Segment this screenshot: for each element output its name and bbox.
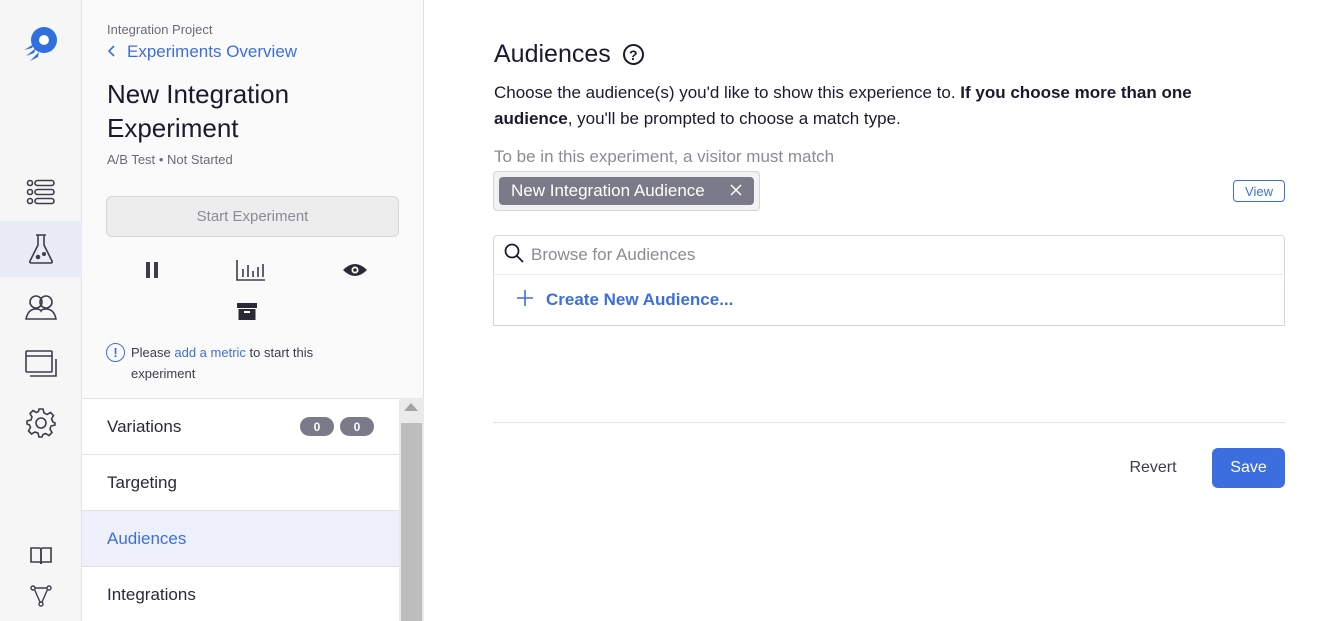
- variation-badges: 0 0: [300, 417, 374, 436]
- scrollbar[interactable]: [399, 398, 424, 621]
- flask-icon[interactable]: [0, 221, 82, 277]
- notice-prefix: Please: [131, 345, 175, 360]
- create-audience-label: Create New Audience...: [546, 290, 734, 309]
- count-badge: 0: [300, 417, 334, 436]
- revert-button[interactable]: Revert: [1114, 448, 1192, 488]
- page-heading: Audiences ?: [494, 40, 644, 69]
- count-badge: 0: [340, 417, 374, 436]
- scroll-up-arrow-icon[interactable]: [404, 403, 418, 411]
- selected-audiences-box: New Integration Audience: [493, 171, 760, 211]
- nav-item-label: Integrations: [107, 584, 196, 604]
- nav-item-targeting[interactable]: Targeting: [82, 455, 399, 511]
- plus-icon: [516, 289, 534, 312]
- app-root: Integration Project Experiments Overview…: [0, 0, 1329, 621]
- description-tail: , you'll be prompted to choose a match t…: [567, 109, 901, 128]
- back-link-label: Experiments Overview: [127, 42, 298, 61]
- experiment-nav: Variations 0 0 Targeting Audiences Integ…: [82, 398, 399, 621]
- icon-rail: [0, 0, 82, 621]
- close-icon[interactable]: [730, 181, 742, 201]
- search-input[interactable]: [531, 245, 1231, 265]
- experiment-panel: Integration Project Experiments Overview…: [82, 0, 424, 621]
- nav-item-variations[interactable]: Variations 0 0: [82, 399, 399, 455]
- project-name: Integration Project: [107, 22, 213, 37]
- divider: [493, 422, 1285, 423]
- search-icon: [504, 243, 524, 268]
- create-audience-button[interactable]: Create New Audience...: [493, 274, 1285, 326]
- results-chart-icon[interactable]: [236, 255, 266, 285]
- help-icon[interactable]: ?: [622, 44, 644, 65]
- experiment-meta: A/B Test • Not Started: [107, 152, 233, 167]
- windows-icon[interactable]: [0, 336, 82, 392]
- dot-separator: •: [158, 152, 167, 167]
- audiences-pane: Audiences ? Choose the audience(s) you'd…: [424, 0, 1329, 621]
- page-title: Audiences: [494, 40, 611, 68]
- metric-notice: ! Please add a metric to start this expe…: [106, 342, 376, 384]
- start-experiment-button[interactable]: Start Experiment: [106, 196, 399, 237]
- experiment-status: Not Started: [166, 152, 233, 167]
- gear-icon[interactable]: [0, 395, 82, 451]
- users-icon[interactable]: [0, 279, 82, 335]
- description-text: Choose the audience(s) you'd like to sho…: [494, 83, 961, 102]
- experiment-title: New Integration Experiment: [107, 79, 290, 143]
- audiences-description: Choose the audience(s) you'd like to sho…: [494, 80, 1254, 132]
- audience-tag-label: New Integration Audience: [511, 181, 705, 200]
- add-metric-link[interactable]: add a metric: [174, 345, 246, 360]
- preview-eye-icon[interactable]: [340, 255, 370, 285]
- save-button[interactable]: Save: [1212, 448, 1285, 488]
- back-link[interactable]: Experiments Overview: [107, 42, 297, 62]
- logo-icon[interactable]: [20, 24, 60, 64]
- chevron-left-icon: [107, 42, 115, 62]
- pause-icon[interactable]: [137, 255, 167, 285]
- experiment-type: A/B Test: [107, 152, 156, 167]
- nav-item-label: Audiences: [107, 528, 187, 548]
- match-label: To be in this experiment, a visitor must…: [494, 147, 835, 166]
- nav-item-label: Targeting: [107, 472, 177, 492]
- scroll-thumb[interactable]: [401, 423, 422, 621]
- nav-item-audiences[interactable]: Audiences: [82, 511, 399, 567]
- network-icon[interactable]: [0, 568, 82, 621]
- nav-item-integrations[interactable]: Integrations: [82, 567, 399, 621]
- archive-icon[interactable]: [232, 296, 262, 326]
- list-icon[interactable]: [0, 164, 82, 220]
- info-icon: !: [106, 343, 125, 362]
- nav-item-label: Variations: [107, 416, 182, 436]
- audience-search[interactable]: [493, 235, 1285, 275]
- audience-tag: New Integration Audience: [499, 177, 754, 205]
- view-button[interactable]: View: [1233, 180, 1285, 202]
